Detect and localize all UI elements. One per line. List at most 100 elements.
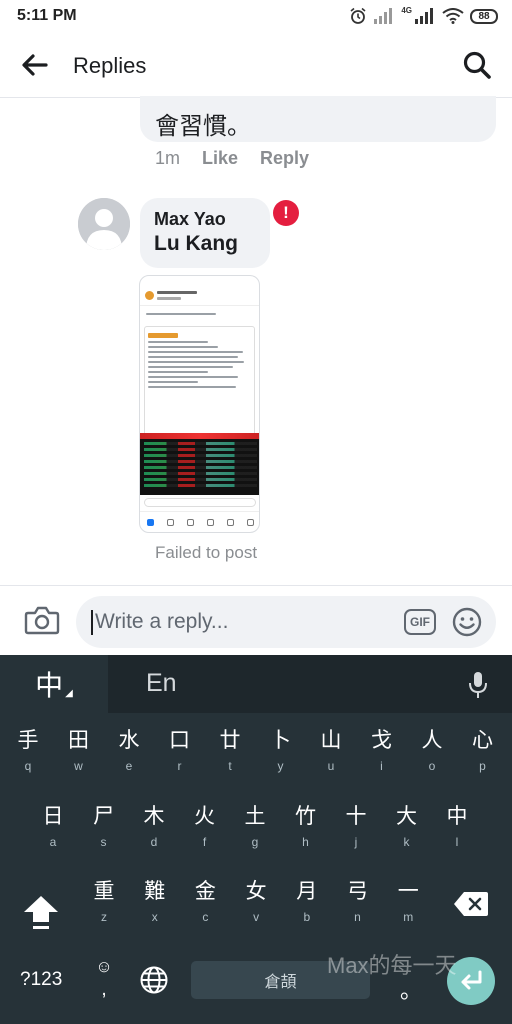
key-main-label: 廿 [219,729,241,752]
backspace-icon[interactable] [453,890,489,918]
key-main-label: 土 [244,805,266,828]
gif-button[interactable]: GIF [404,609,436,635]
key-sub-label: k [403,835,410,849]
key-main-label: 弓 [347,880,368,903]
like-button[interactable]: Like [202,148,238,169]
reply-input-field[interactable]: Write a reply... GIF [76,596,496,648]
thumbnail-nav-icon [186,519,194,526]
key-main-label: 戈 [371,729,392,752]
language-chinese-label: 中 [35,670,64,701]
key-sub-label: v [253,910,260,924]
battery-indicator: 88 [470,8,498,24]
reply-author[interactable]: Max Yao [154,208,256,230]
thumbnail-text-line [148,346,218,348]
key-main-label: 木 [143,805,165,828]
key-sub-label: h [302,835,309,849]
key-main-label: 重 [93,880,115,903]
thumbnail-nav-bar [140,511,259,532]
key-sub-label: e [125,759,133,773]
emoji-icon[interactable] [451,606,483,638]
thumbnail-photo-row [144,466,257,469]
camera-icon[interactable] [24,604,60,636]
page-title: Replies [73,53,147,78]
thumbnail-photo-row [144,448,257,451]
key-g[interactable]: 土g [230,804,280,864]
status-bar: 5:11 PM 4G 88 [0,0,512,32]
key-main-label: 尸 [93,805,114,828]
emoji-key-glyph: ☺ [95,957,113,976]
key-sub-label: p [479,759,486,773]
error-icon[interactable]: ! [273,200,299,226]
key-b[interactable]: 月b [282,879,332,939]
key-main-label: 人 [421,729,443,752]
key-main-label: 竹 [295,805,316,828]
key-main-label: 大 [396,805,417,828]
key-w[interactable]: 田w [54,728,104,788]
key-r[interactable]: 口r [155,728,205,788]
key-a[interactable]: 日a [28,804,78,864]
back-arrow-icon[interactable] [18,50,52,80]
key-u[interactable]: 山u [306,728,356,788]
language-chinese-button[interactable]: 中 ◢ [0,655,108,713]
thumbnail-menu-icon [247,519,255,526]
symbols-key[interactable]: ?123 [20,969,62,991]
key-t[interactable]: 廿t [205,728,255,788]
key-s[interactable]: 尸s [79,804,129,864]
avatar[interactable] [78,198,130,250]
thumbnail-text-line [148,361,244,363]
shift-icon[interactable] [22,892,60,932]
key-k[interactable]: 大k [382,804,432,864]
key-e[interactable]: 水e [104,728,154,788]
microphone-icon[interactable] [468,671,488,699]
key-q[interactable]: 手q [3,728,53,788]
key-f[interactable]: 火f [180,804,230,864]
key-sub-label: s [100,835,107,849]
reply-bubble[interactable]: Max Yao Lu Kang [140,198,270,268]
emoji-key[interactable]: ☺ , [93,957,115,1001]
key-h[interactable]: 竹h [281,804,331,864]
text-cursor [91,610,93,635]
key-i[interactable]: 戈i [357,728,407,788]
key-d[interactable]: 木d [129,804,179,864]
key-n[interactable]: 弓n [333,879,383,939]
error-icon-glyph: ! [283,203,289,222]
comment-time: 1m [155,148,181,168]
search-icon[interactable] [462,50,492,80]
language-english-button[interactable]: En [146,669,177,698]
key-j[interactable]: 十j [331,804,381,864]
key-main-label: 月 [296,880,318,903]
key-sub-label: i [380,759,383,773]
globe-icon[interactable] [139,965,169,995]
key-z[interactable]: 重z [79,879,129,939]
key-main-label: 山 [320,729,342,752]
watermark: Max的每一天 [327,953,457,978]
key-c[interactable]: 金c [180,879,230,939]
default-avatar-icon [78,198,130,250]
key-m[interactable]: 一m [383,879,433,939]
key-v[interactable]: 女v [231,879,281,939]
reply-button[interactable]: Reply [260,148,309,169]
failed-to-post-status[interactable]: Failed to post [155,543,257,563]
key-sub-label: a [49,835,57,849]
key-main-label: 田 [68,729,89,752]
thumbnail-text-line [146,313,216,315]
thumbnail-photo-band [140,433,259,439]
key-sub-label: q [24,759,32,773]
thumbnail-line [157,291,197,294]
key-sub-label: o [428,759,436,773]
thumbnail-text-line [148,381,198,383]
thumbnail-nav-icon [166,519,174,526]
key-x[interactable]: 難x [130,879,180,939]
key-p[interactable]: 心p [458,728,508,788]
attached-image[interactable] [139,275,260,533]
thumbnail-nav-icon [207,519,215,526]
key-l[interactable]: 中l [432,804,482,864]
key-o[interactable]: 人o [407,728,457,788]
key-main-label: 中 [446,805,468,828]
language-corner-marker: ◢ [65,688,73,699]
key-sub-label: m [403,910,414,924]
reply-input-placeholder[interactable]: Write a reply... [95,610,228,634]
key-main-label: 日 [42,805,64,828]
thumbnail-status-bar [140,276,259,286]
key-y[interactable]: 卜y [256,728,306,788]
